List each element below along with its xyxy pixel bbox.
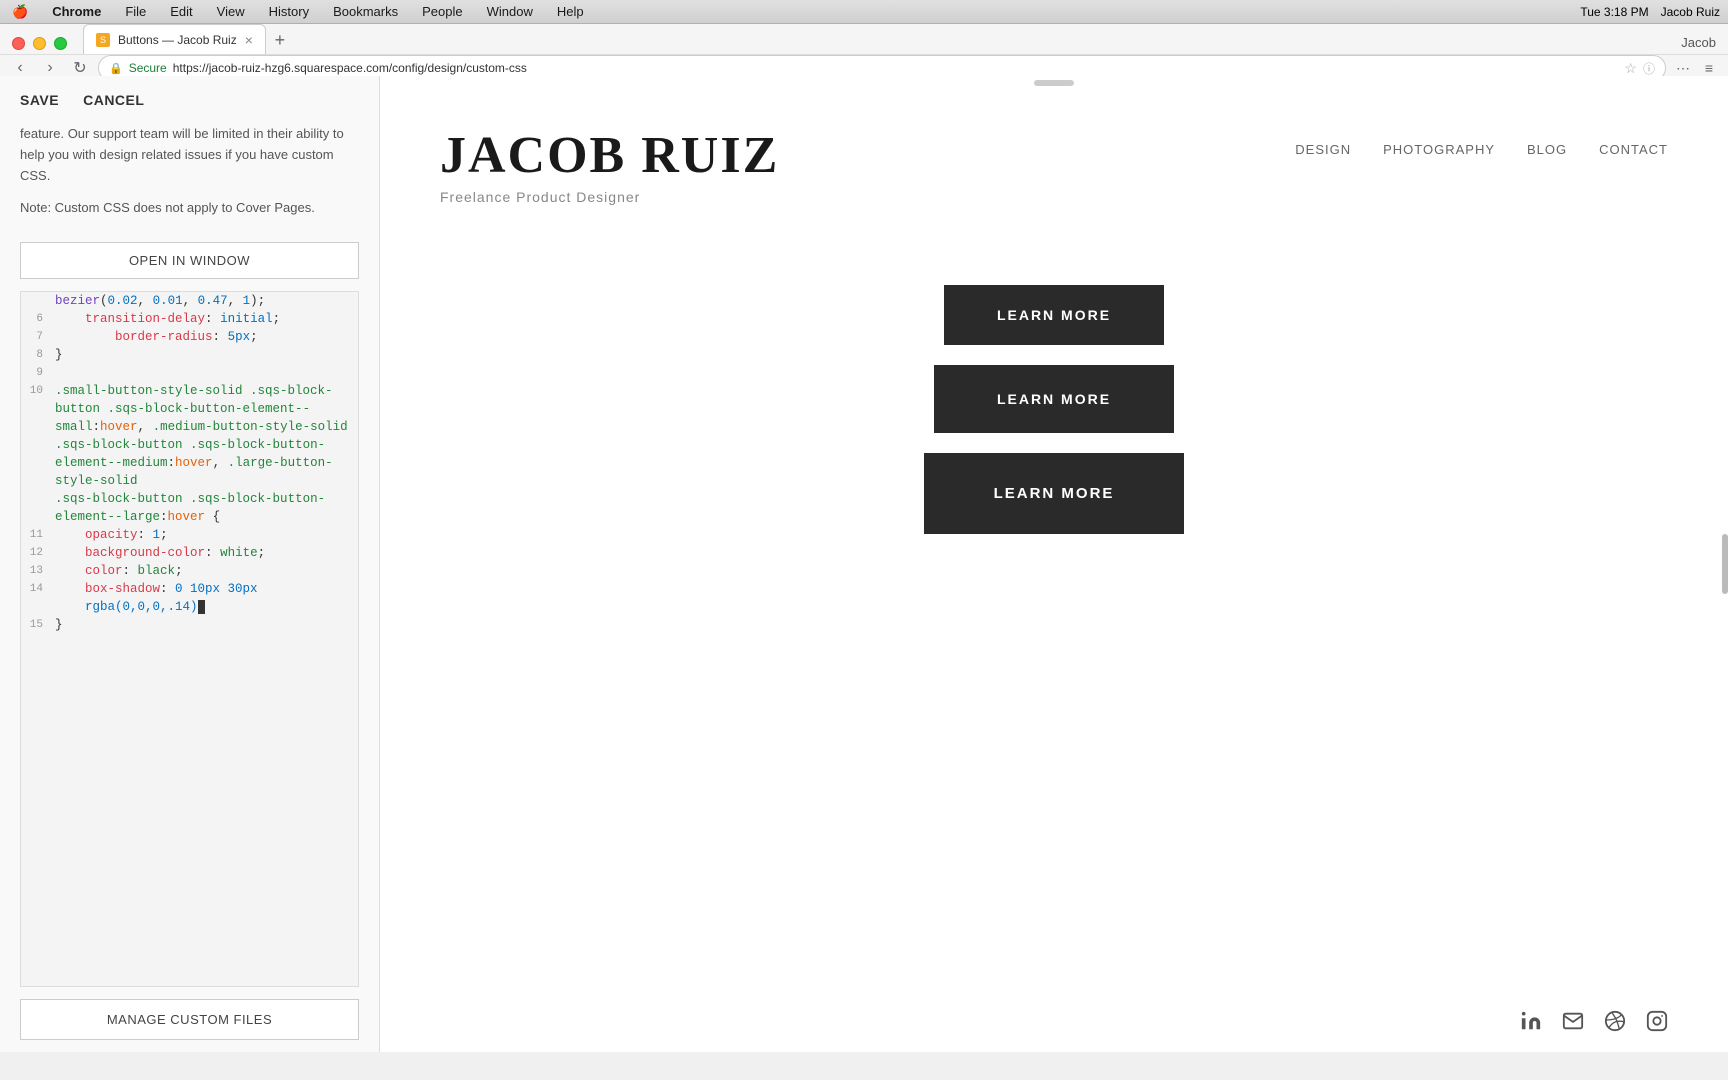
bookmarks-menu[interactable]: Bookmarks (329, 4, 402, 19)
code-line: 13 color: black; (21, 562, 358, 580)
file-menu[interactable]: File (121, 4, 150, 19)
panel-actions: SAVE CANCEL (0, 76, 379, 124)
secure-icon: 🔒 (109, 62, 123, 75)
secure-label: Secure (129, 61, 167, 75)
right-panel: JACOB RUIZ Freelance Product Designer DE… (380, 76, 1728, 1052)
menu-time: Tue 3:18 PM (1580, 5, 1648, 19)
site-main: LEARN MORE LEARN MORE LEARN MORE (380, 225, 1728, 594)
code-editor[interactable]: bezier(0.02, 0.01, 0.47, 1); 6 transitio… (20, 291, 359, 987)
maximize-button[interactable] (54, 37, 67, 50)
close-button[interactable] (12, 37, 25, 50)
nav-blog[interactable]: BLOG (1527, 142, 1567, 157)
open-window-button[interactable]: OPEN IN WINDOW (20, 242, 359, 279)
line-content: } (51, 616, 358, 634)
apple-menu[interactable]: 🍎 (8, 4, 32, 20)
scroll-handle-top (1034, 80, 1074, 86)
scroll-handle[interactable] (1722, 534, 1728, 594)
bookmark-icon[interactable]: ☆ (1624, 60, 1637, 77)
browser-chrome: S Buttons — Jacob Ruiz × + Jacob ‹ › ↻ 🔒… (0, 24, 1728, 76)
view-menu[interactable]: View (213, 4, 249, 19)
line-content: border-radius: 5px; (51, 328, 358, 346)
save-button[interactable]: SAVE (20, 92, 59, 108)
code-line: 9 (21, 364, 358, 382)
chrome-menu[interactable]: Chrome (48, 4, 105, 19)
site-header: JACOB RUIZ Freelance Product Designer DE… (380, 76, 1728, 225)
tab-close-button[interactable]: × (245, 32, 253, 48)
line-number: 8 (21, 346, 51, 364)
code-line: 12 background-color: white; (21, 544, 358, 562)
main-content: SAVE CANCEL feature. Our support team wi… (0, 76, 1728, 1052)
site-logo: JACOB RUIZ Freelance Product Designer (440, 126, 779, 205)
nav-photography[interactable]: PHOTOGRAPHY (1383, 142, 1495, 157)
profile-button[interactable]: Jacob (1681, 35, 1716, 50)
url-text[interactable]: https://jacob-ruiz-hzg6.squarespace.com/… (173, 61, 1619, 75)
linkedin-icon[interactable] (1520, 1010, 1542, 1032)
tab-title: Buttons — Jacob Ruiz (118, 33, 237, 47)
code-line: 15 } (21, 616, 358, 634)
line-content (51, 364, 358, 382)
code-line: 14 box-shadow: 0 10px 30px rgba(0,0,0,.1… (21, 580, 358, 616)
edit-menu[interactable]: Edit (166, 4, 196, 19)
line-content: box-shadow: 0 10px 30px rgba(0,0,0,.14)| (51, 580, 358, 616)
line-number: 14 (21, 580, 51, 616)
cancel-button[interactable]: CANCEL (83, 92, 144, 108)
minimize-button[interactable] (33, 37, 46, 50)
panel-note: Note: Custom CSS does not apply to Cover… (0, 186, 379, 230)
line-content: opacity: 1; (51, 526, 358, 544)
nav-contact[interactable]: CONTACT (1599, 142, 1668, 157)
code-line: 7 border-radius: 5px; (21, 328, 358, 346)
panel-description: feature. Our support team will be limite… (0, 124, 379, 186)
reader-icon[interactable]: ⓘ (1643, 60, 1655, 77)
history-menu[interactable]: History (265, 4, 313, 19)
line-number: 13 (21, 562, 51, 580)
code-line: 8 } (21, 346, 358, 364)
line-content: color: black; (51, 562, 358, 580)
line-number: 9 (21, 364, 51, 382)
mail-icon[interactable] (1562, 1010, 1584, 1032)
manage-custom-files-button[interactable]: MANAGE CUSTOM FILES (20, 999, 359, 1040)
instagram-icon[interactable] (1646, 1010, 1668, 1032)
code-line: bezier(0.02, 0.01, 0.47, 1); (21, 292, 358, 310)
line-content: transition-delay: initial; (51, 310, 358, 328)
learn-more-large[interactable]: LEARN MORE (924, 453, 1184, 534)
learn-more-small[interactable]: LEARN MORE (944, 285, 1164, 345)
line-number: 15 (21, 616, 51, 634)
line-number: 7 (21, 328, 51, 346)
line-content: bezier(0.02, 0.01, 0.47, 1); (51, 292, 358, 310)
dribbble-icon[interactable] (1604, 1010, 1626, 1032)
active-tab[interactable]: S Buttons — Jacob Ruiz × (83, 24, 266, 54)
help-menu[interactable]: Help (553, 4, 588, 19)
site-title: JACOB RUIZ (440, 126, 779, 185)
site-nav: DESIGN PHOTOGRAPHY BLOG CONTACT (1295, 142, 1668, 157)
site-subtitle: Freelance Product Designer (440, 189, 779, 205)
code-line: 11 opacity: 1; (21, 526, 358, 544)
left-panel: SAVE CANCEL feature. Our support team wi… (0, 76, 380, 1052)
menu-bar: 🍎 Chrome File Edit View History Bookmark… (0, 0, 1728, 24)
line-number: 10 (21, 382, 51, 526)
line-content: .small-button-style-solid .sqs-block-but… (51, 382, 358, 526)
nav-design[interactable]: DESIGN (1295, 142, 1351, 157)
learn-more-medium[interactable]: LEARN MORE (934, 365, 1174, 433)
window-menu[interactable]: Window (483, 4, 537, 19)
menu-user: Jacob Ruiz (1661, 5, 1720, 19)
new-tab-button[interactable]: + (266, 26, 294, 54)
people-menu[interactable]: People (418, 4, 466, 19)
site-footer (1520, 1010, 1668, 1032)
menu-bar-right: Tue 3:18 PM Jacob Ruiz (1580, 5, 1720, 19)
line-number: 11 (21, 526, 51, 544)
code-line: 10 .small-button-style-solid .sqs-block-… (21, 382, 358, 526)
line-number (21, 292, 51, 310)
line-number: 6 (21, 310, 51, 328)
tab-bar: S Buttons — Jacob Ruiz × + Jacob (0, 24, 1728, 54)
line-content: background-color: white; (51, 544, 358, 562)
traffic-lights[interactable] (12, 37, 67, 50)
code-line: 6 transition-delay: initial; (21, 310, 358, 328)
line-content: } (51, 346, 358, 364)
line-number: 12 (21, 544, 51, 562)
tab-favicon: S (96, 33, 110, 47)
